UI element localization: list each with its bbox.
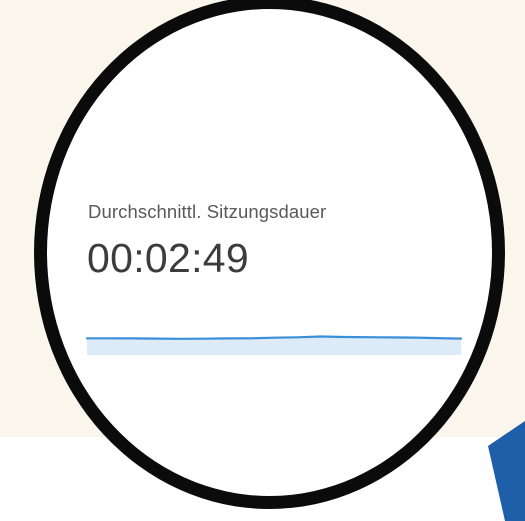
metric-title: Durchschnittl. Sitzungsdauer	[88, 201, 327, 222]
sparkline-line	[85, 335, 463, 340]
metric-value: 00:02:49	[87, 235, 249, 281]
sparkline-chart	[85, 335, 463, 355]
session-duration-card[interactable]: Durchschnittl. Sitzungsdauer 00:02:49	[85, 201, 487, 361]
magnifier-circle: Durchschnittl. Sitzungsdauer 00:02:49	[34, 0, 505, 509]
